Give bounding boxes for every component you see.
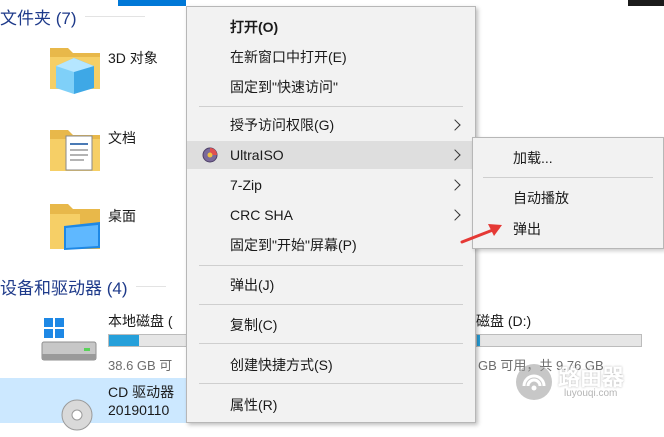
menu-separator <box>199 383 463 384</box>
menu-separator <box>199 265 463 266</box>
cd-drive-name: CD 驱动器 <box>108 384 175 400</box>
submenu-item-label: 自动播放 <box>513 190 569 206</box>
desktop-folder-icon[interactable] <box>48 198 102 254</box>
router-logo-icon <box>516 364 552 400</box>
menu-separator <box>199 304 463 305</box>
cd-drive-item[interactable]: CD 驱动器 20190110 <box>0 378 186 431</box>
menu-separator <box>199 343 463 344</box>
annotation-arrow-icon <box>460 224 502 244</box>
submenu-arrow-icon <box>449 179 461 191</box>
section-divider <box>135 286 166 287</box>
menu-item-label: 弹出(J) <box>230 277 275 293</box>
disk-d-name[interactable]: 磁盘 (D:) <box>476 311 531 331</box>
menu-item-label: CRC SHA <box>230 207 294 223</box>
submenu-arrow-icon <box>449 209 461 221</box>
menu-item-properties[interactable]: 属性(R) <box>187 391 475 419</box>
menu-item-give-access[interactable]: 授予访问权限(G) <box>187 111 475 139</box>
3d-objects-folder-icon[interactable] <box>48 38 102 94</box>
menu-item-open[interactable]: 打开(O) <box>187 13 475 41</box>
folder-label-3d-objects[interactable]: 3D 对象 <box>108 48 158 68</box>
menu-item-create-shortcut[interactable]: 创建快捷方式(S) <box>187 351 475 379</box>
section-divider <box>84 16 145 17</box>
menu-item-pin-quick-access[interactable]: 固定到"快速访问" <box>187 73 475 101</box>
folder-label-documents[interactable]: 文档 <box>108 128 136 148</box>
menu-separator <box>199 106 463 107</box>
watermark-logo: 路由器 luyouqi.com <box>514 356 664 408</box>
watermark-subtext: luyouqi.com <box>564 388 618 399</box>
menu-item-pin-start[interactable]: 固定到"开始"屏幕(P) <box>187 231 475 259</box>
folder-label-desktop[interactable]: 桌面 <box>108 206 136 226</box>
documents-folder-icon[interactable] <box>48 120 102 176</box>
menu-item-eject[interactable]: 弹出(J) <box>187 271 475 299</box>
context-menu: 打开(O) 在新窗口中打开(E) 固定到"快速访问" 授予访问权限(G) Ult… <box>186 6 476 423</box>
submenu-item-label: 弹出 <box>513 221 541 237</box>
submenu-arrow-icon <box>449 119 461 131</box>
menu-item-ultraiso[interactable]: UltraISO <box>187 141 475 169</box>
menu-item-label: 7-Zip <box>230 177 262 193</box>
menu-item-copy[interactable]: 复制(C) <box>187 311 475 339</box>
submenu-separator <box>483 177 653 178</box>
menu-item-label: 固定到"快速访问" <box>230 79 338 95</box>
cd-drive-label: 20190110 <box>108 402 170 418</box>
menu-item-label: 创建快捷方式(S) <box>230 357 333 373</box>
cd-drive-icon <box>60 398 94 432</box>
menu-item-label: 在新窗口中打开(E) <box>230 49 347 65</box>
submenu-arrow-icon <box>449 149 461 161</box>
title-bar-edge <box>628 0 664 6</box>
disk-d-usage-bar <box>476 334 642 347</box>
menu-item-label: 复制(C) <box>230 317 278 333</box>
menu-item-label: 属性(R) <box>230 397 278 413</box>
menu-item-label: UltraISO <box>230 147 284 163</box>
menu-item-open-new-window[interactable]: 在新窗口中打开(E) <box>187 43 475 71</box>
menu-item-label: 授予访问权限(G) <box>230 117 335 133</box>
folders-section-title: 文件夹 (7) <box>0 9 77 28</box>
menu-item-label: 固定到"开始"屏幕(P) <box>230 237 357 253</box>
local-disk-name[interactable]: 本地磁盘 ( <box>108 311 173 331</box>
menu-item-7zip[interactable]: 7-Zip <box>187 171 475 199</box>
devices-section-title: 设备和驱动器 (4) <box>0 279 128 298</box>
menu-item-crc-sha[interactable]: CRC SHA <box>187 201 475 229</box>
devices-section-header[interactable]: 设备和驱动器 (4) <box>0 274 166 299</box>
folders-section-header[interactable]: 文件夹 (7) <box>0 4 145 29</box>
disk-d-usage-fill <box>477 335 481 346</box>
ultraiso-icon <box>202 147 218 163</box>
submenu-item-autoplay[interactable]: 自动播放 <box>473 184 663 212</box>
submenu-item-label: 加载... <box>513 150 553 166</box>
local-disk-usage-bar <box>108 334 188 347</box>
menu-item-label: 打开(O) <box>230 19 279 35</box>
local-disk-free-space: 38.6 GB 可 <box>108 358 173 373</box>
submenu-item-mount[interactable]: 加载... <box>473 144 663 172</box>
local-disk-usage-fill <box>109 335 139 346</box>
local-disk-icon[interactable] <box>40 318 100 366</box>
